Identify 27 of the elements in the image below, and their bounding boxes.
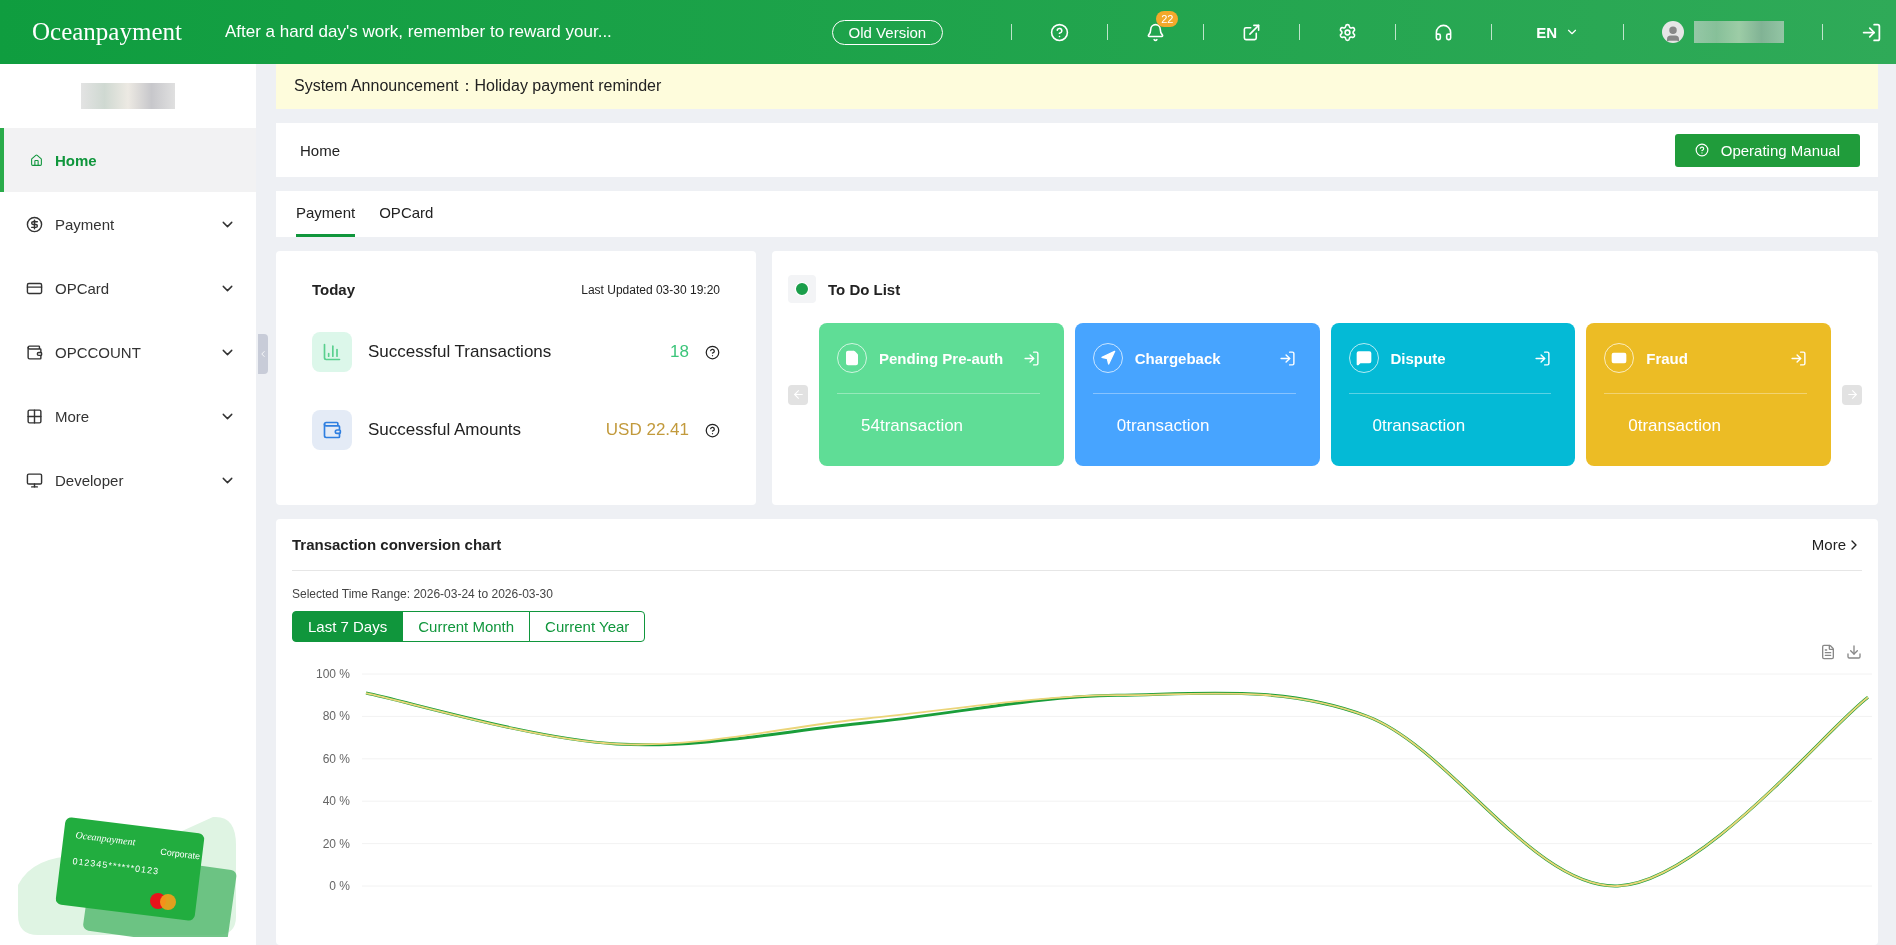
notification-badge: 22 [1156, 10, 1179, 27]
axis-tick-label: 100 % [315, 667, 350, 681]
announcement-banner: System Announcement：Holiday payment reminder [276, 64, 1878, 109]
stat-value: USD 22.41 [605, 420, 689, 440]
slogan: After a hard day's work, remember to reward your... [225, 22, 613, 42]
tile-title: Chargeback [1134, 349, 1222, 367]
tile-count: 54transaction [861, 416, 965, 436]
axis-tick-label: 40 % [322, 794, 350, 809]
last-updated: Last Updated 03-30 19:20 [581, 282, 720, 297]
tile-count: 0transaction [1372, 416, 1467, 436]
axis-tick-label: 0 % [329, 879, 350, 893]
logo: Oceanpayment [32, 18, 183, 46]
tile-title: Dispute [1390, 349, 1447, 367]
tile-title: Fraud [1646, 349, 1689, 367]
tile-count: 0transaction [1116, 416, 1211, 436]
card-title: Today [312, 281, 356, 298]
card-title: Transaction conversion chart [292, 536, 502, 553]
tile-title: Pending Pre-auth [879, 349, 1005, 367]
card-title: To Do List [828, 280, 901, 298]
stat-value: 18 [670, 342, 689, 362]
stat-label: Successful Transactions [368, 342, 553, 362]
stat-label: Successful Amounts [368, 420, 523, 440]
axis-tick-label: 80 % [322, 709, 350, 724]
axis-tick-label: 60 % [322, 751, 350, 766]
tile-count: 0transaction [1628, 416, 1722, 436]
time-range: Selected Time Range: 2026-03-24 to 2026-03-30 [292, 587, 554, 601]
axis-tick-label: 20 % [322, 836, 350, 851]
